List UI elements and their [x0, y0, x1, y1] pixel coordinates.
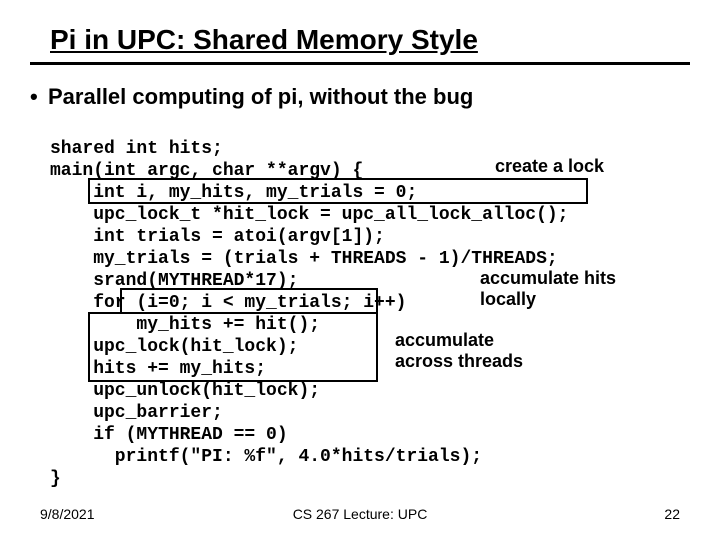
code-line: upc_unlock(hit_lock);	[50, 381, 320, 401]
annotation-across: accumulate across threads	[395, 330, 523, 372]
bullet-icon: •	[30, 84, 48, 110]
code-line: printf("PI: %f", 4.0*hits/trials);	[50, 447, 482, 467]
highlight-box-local	[120, 288, 378, 314]
footer-center: CS 267 Lecture: UPC	[0, 506, 720, 522]
annotation-create-lock: create a lock	[495, 156, 604, 177]
code-line: int trials = atoi(argv[1]);	[50, 227, 385, 247]
slide: Pi in UPC: Shared Memory Style •Parallel…	[0, 0, 720, 540]
bullet-text: Parallel computing of pi, without the bu…	[48, 84, 473, 109]
code-line: }	[50, 469, 61, 489]
highlight-box-across	[88, 312, 378, 382]
code-line: upc_lock_t *hit_lock = upc_all_lock_allo…	[50, 205, 568, 225]
highlight-box-lock	[88, 178, 588, 204]
title-underline	[30, 62, 690, 65]
slide-title: Pi in UPC: Shared Memory Style	[50, 24, 478, 56]
code-line: my_trials = (trials + THREADS - 1)/THREA…	[50, 249, 558, 269]
code-line: if (MYTHREAD == 0)	[50, 425, 288, 445]
code-line: upc_barrier;	[50, 403, 223, 423]
bullet-line: •Parallel computing of pi, without the b…	[30, 84, 473, 110]
annotation-local: accumulate hits locally	[480, 268, 616, 310]
code-line: shared int hits;	[50, 139, 223, 159]
footer-page-number: 22	[664, 506, 680, 522]
